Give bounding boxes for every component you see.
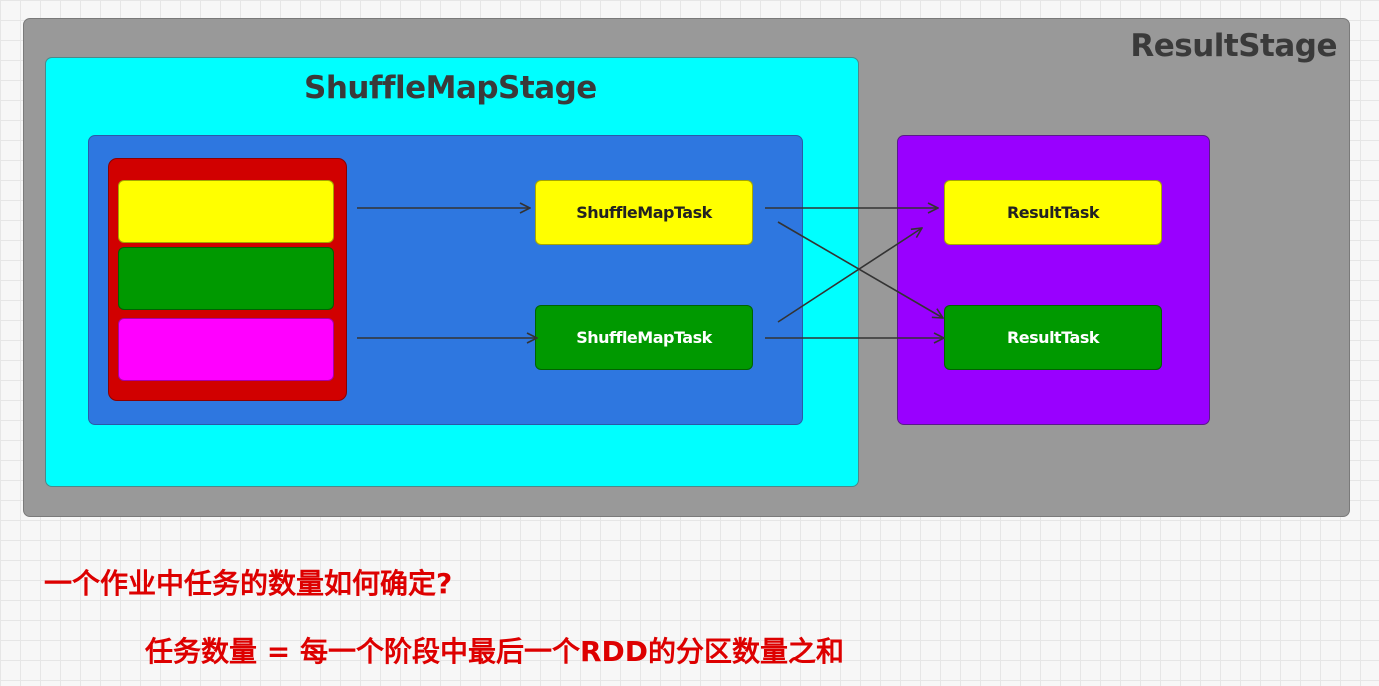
- question-text: 一个作业中任务的数量如何确定?: [44, 567, 453, 600]
- result-task-2: ResultTask: [944, 305, 1162, 370]
- result-task-1: ResultTask: [944, 180, 1162, 245]
- rdd-partition-1: [118, 180, 334, 243]
- shuffle-map-stage-title: ShuffleMapStage: [304, 70, 597, 106]
- answer-text: 任务数量 = 每一个阶段中最后一个RDD的分区数量之和: [145, 635, 845, 668]
- shuffle-map-task-2: ShuffleMapTask: [535, 305, 753, 370]
- rdd-partition-3: [118, 318, 334, 381]
- shuffle-map-task-1: ShuffleMapTask: [535, 180, 753, 245]
- result-task-area: [897, 135, 1210, 425]
- result-stage-title: ResultStage: [1130, 28, 1337, 64]
- rdd-partition-2: [118, 247, 334, 310]
